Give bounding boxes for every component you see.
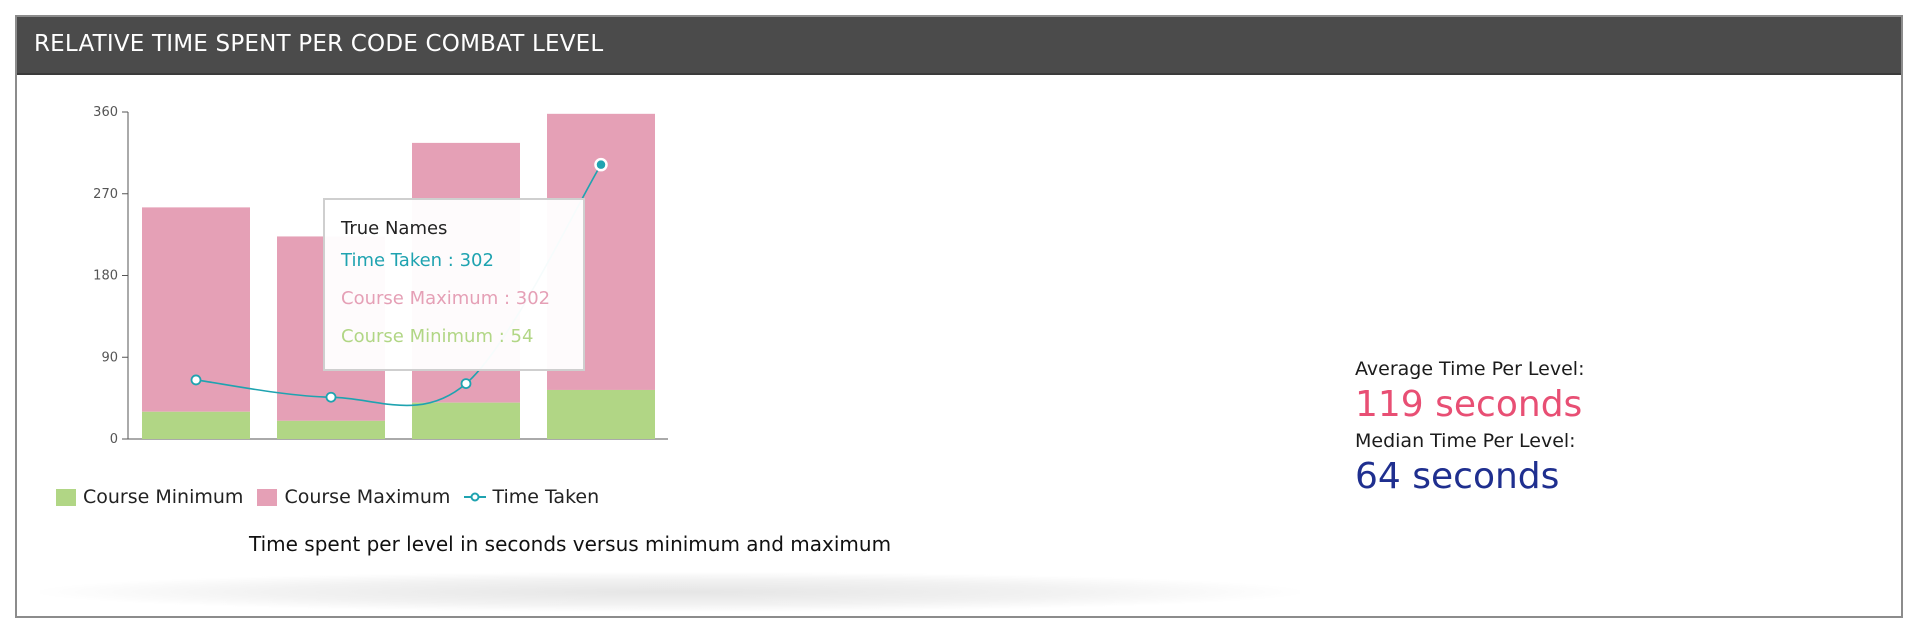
stats-block: Average Time Per Level: 119 seconds Medi…: [1355, 356, 1584, 500]
legend-swatch-course-maximum: [257, 488, 278, 506]
median-value: 64 seconds: [1355, 456, 1560, 497]
tooltip-time-taken: Time Taken : 302: [341, 250, 494, 271]
time-taken-point: [460, 378, 472, 389]
tooltip-course-minimum: Course Minimum : 54: [341, 326, 534, 347]
time-chart: 0 90 180 270 360: [93, 105, 668, 447]
time-taken-point: [325, 391, 337, 403]
average-value: 119 seconds: [1355, 384, 1583, 425]
legend-item-time-taken[interactable]: Time Taken: [464, 486, 599, 508]
bar-course-minimum: [412, 402, 520, 439]
chart-tooltip: True Names Time Taken : 302 Course Maxim…: [323, 198, 585, 371]
tooltip-course-maximum: Course Maximum : 302: [341, 288, 551, 309]
y-tick-label: 270: [93, 187, 118, 202]
legend-label-course-maximum: Course Maximum: [284, 486, 451, 508]
legend-item-course-maximum[interactable]: Course Maximum: [257, 486, 450, 508]
chart-legend: Course Minimum Course Maximum Time Taken: [56, 484, 613, 510]
bar-course-minimum: [142, 411, 250, 439]
tooltip-title: True Names: [341, 218, 448, 239]
legend-label-course-minimum: Course Minimum: [83, 486, 244, 508]
bar-course-minimum: [277, 420, 385, 439]
y-tick-label: 0: [110, 432, 118, 447]
median-label: Median Time Per Level:: [1355, 430, 1576, 452]
chart-caption: Time spent per level in seconds versus m…: [249, 532, 892, 556]
time-taken-point: [190, 374, 202, 386]
time-taken-point: [594, 157, 608, 172]
legend-swatch-course-minimum: [56, 488, 76, 506]
legend-label-time-taken: Time Taken: [492, 486, 600, 508]
average-label: Average Time Per Level:: [1355, 358, 1585, 380]
line-marker-icon: [464, 492, 487, 502]
y-tick-label: 180: [93, 269, 118, 284]
y-tick-label: 90: [101, 350, 118, 365]
y-tick-label: 360: [93, 105, 118, 120]
legend-item-course-minimum[interactable]: Course Minimum: [56, 486, 243, 508]
bar-course-minimum: [547, 389, 655, 439]
